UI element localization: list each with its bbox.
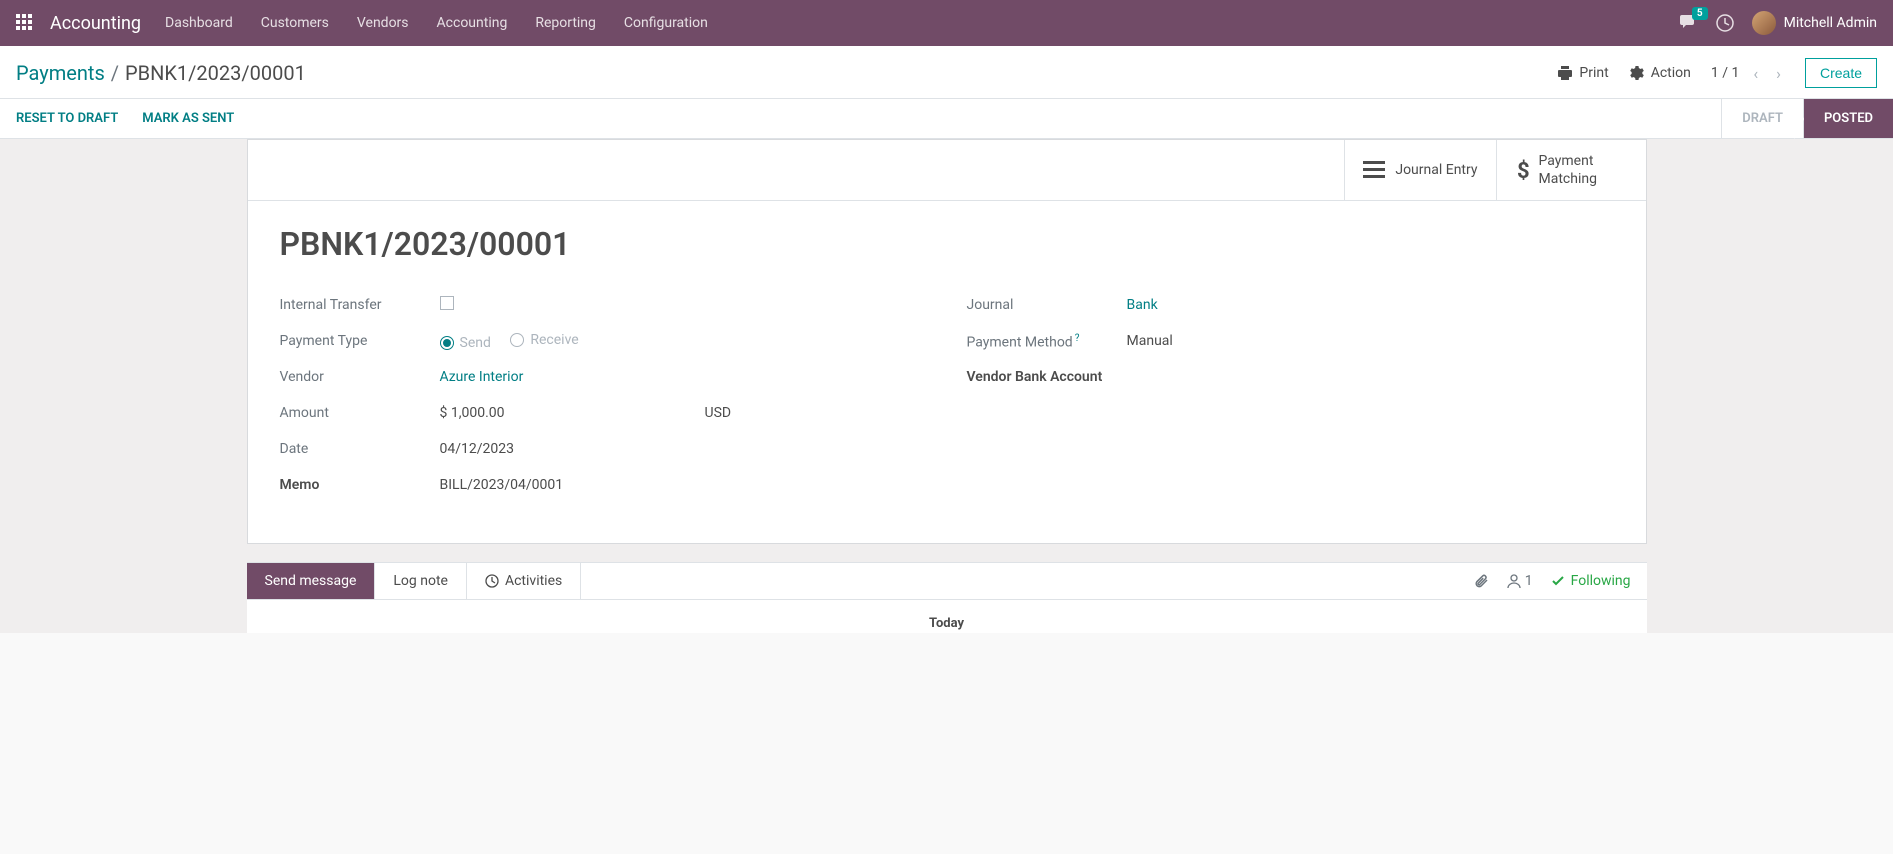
- chatter: Send message Log note Activities 1 Follo…: [247, 562, 1647, 633]
- nav-vendors[interactable]: Vendors: [357, 15, 409, 31]
- pager: 1 / 1 ‹ ›: [1711, 62, 1785, 85]
- chatter-top: Send message Log note Activities 1 Follo…: [247, 563, 1647, 600]
- stage-draft[interactable]: DRAFT: [1721, 99, 1803, 138]
- label-memo: Memo: [280, 477, 440, 493]
- breadcrumb-current: PBNK1/2023/00001: [125, 61, 306, 85]
- status-stages: DRAFT POSTED: [1721, 99, 1893, 138]
- label-amount: Amount: [280, 405, 440, 421]
- app-name[interactable]: Accounting: [50, 13, 141, 34]
- print-icon: [1557, 65, 1573, 81]
- journal-entry-button[interactable]: Journal Entry: [1344, 140, 1495, 200]
- svg-text:$: $: [1517, 159, 1529, 182]
- nav-menu: Dashboard Customers Vendors Accounting R…: [165, 15, 708, 31]
- user-menu[interactable]: Mitchell Admin: [1752, 11, 1877, 35]
- attachments-button[interactable]: [1473, 573, 1489, 589]
- label-vendor: Vendor: [280, 369, 440, 385]
- vendor-link[interactable]: Azure Interior: [440, 369, 524, 385]
- user-name: Mitchell Admin: [1784, 15, 1877, 31]
- label-payment-method: Payment Method?: [967, 333, 1127, 351]
- dollar-icon: $: [1515, 158, 1529, 182]
- label-journal: Journal: [967, 297, 1127, 313]
- navbar: Accounting Dashboard Customers Vendors A…: [0, 0, 1893, 46]
- status-bar: RESET TO DRAFT MARK AS SENT DRAFT POSTED: [0, 99, 1893, 139]
- journal-link[interactable]: Bank: [1127, 297, 1158, 313]
- nav-customers[interactable]: Customers: [261, 15, 329, 31]
- pager-prev[interactable]: ‹: [1749, 62, 1762, 85]
- label-payment-type: Payment Type: [280, 333, 440, 349]
- mark-as-sent-button[interactable]: MARK AS SENT: [142, 111, 234, 126]
- nav-reporting[interactable]: Reporting: [535, 15, 596, 31]
- clock-small-icon: [485, 574, 499, 588]
- breadcrumb-sep: /: [111, 61, 119, 85]
- pager-next[interactable]: ›: [1772, 62, 1785, 85]
- nav-configuration[interactable]: Configuration: [624, 15, 708, 31]
- form-left-column: Internal Transfer Payment Type Send Rece…: [280, 287, 927, 503]
- person-icon: [1507, 574, 1521, 588]
- record-title: PBNK1/2023/00001: [280, 225, 1614, 263]
- apps-icon[interactable]: [16, 14, 34, 32]
- help-icon[interactable]: ?: [1075, 333, 1080, 344]
- form-sheet: Journal Entry $ Payment Matching PBNK1/2…: [247, 139, 1647, 544]
- gear-icon: [1629, 65, 1645, 81]
- breadcrumb-parent[interactable]: Payments: [16, 61, 105, 85]
- label-date: Date: [280, 441, 440, 457]
- radio-receive[interactable]: Receive: [510, 332, 578, 348]
- amount-value: $ 1,000.00: [440, 405, 505, 421]
- date-value: 04/12/2023: [440, 441, 515, 457]
- followers-button[interactable]: 1: [1507, 573, 1533, 589]
- nav-dashboard[interactable]: Dashboard: [165, 15, 233, 31]
- cp-buttons: Print Action 1 / 1 ‹ › Create: [1557, 58, 1877, 88]
- label-internal-transfer: Internal Transfer: [280, 297, 440, 313]
- nav-right: 5 Mitchell Admin: [1680, 11, 1877, 35]
- avatar: [1752, 11, 1776, 35]
- label-vendor-bank-account: Vendor Bank Account: [967, 369, 1103, 385]
- form-container: Journal Entry $ Payment Matching PBNK1/2…: [0, 139, 1893, 633]
- form-right-column: Journal Bank Payment Method? Manual Vend…: [967, 287, 1614, 503]
- bars-icon: [1363, 161, 1385, 179]
- control-panel: Payments / PBNK1/2023/00001 Print Action…: [0, 46, 1893, 99]
- payment-method-value: Manual: [1127, 333, 1173, 349]
- activities-button[interactable]: Activities: [467, 563, 581, 599]
- button-box: Journal Entry $ Payment Matching: [248, 140, 1646, 201]
- reset-to-draft-button[interactable]: RESET TO DRAFT: [16, 111, 118, 126]
- chat-icon[interactable]: 5: [1680, 15, 1698, 31]
- stage-posted[interactable]: POSTED: [1803, 99, 1893, 138]
- following-button[interactable]: Following: [1551, 573, 1631, 589]
- chat-badge: 5: [1692, 7, 1708, 20]
- create-button[interactable]: Create: [1805, 58, 1877, 88]
- currency-value: USD: [705, 405, 732, 421]
- radio-send[interactable]: Send: [440, 335, 491, 351]
- pager-count[interactable]: 1 / 1: [1711, 65, 1739, 81]
- log-note-button[interactable]: Log note: [375, 563, 467, 599]
- print-button[interactable]: Print: [1557, 65, 1608, 81]
- payment-matching-button[interactable]: $ Payment Matching: [1496, 140, 1646, 200]
- chatter-date-today: Today: [247, 616, 1647, 631]
- nav-accounting[interactable]: Accounting: [437, 15, 508, 31]
- check-icon: [1551, 574, 1565, 588]
- paperclip-icon: [1473, 573, 1489, 589]
- action-button[interactable]: Action: [1629, 65, 1691, 81]
- clock-icon[interactable]: [1716, 14, 1734, 32]
- send-message-button[interactable]: Send message: [247, 563, 376, 599]
- memo-value: BILL/2023/04/0001: [440, 477, 564, 493]
- breadcrumb: Payments / PBNK1/2023/00001: [16, 61, 306, 85]
- internal-transfer-checkbox[interactable]: [440, 296, 454, 310]
